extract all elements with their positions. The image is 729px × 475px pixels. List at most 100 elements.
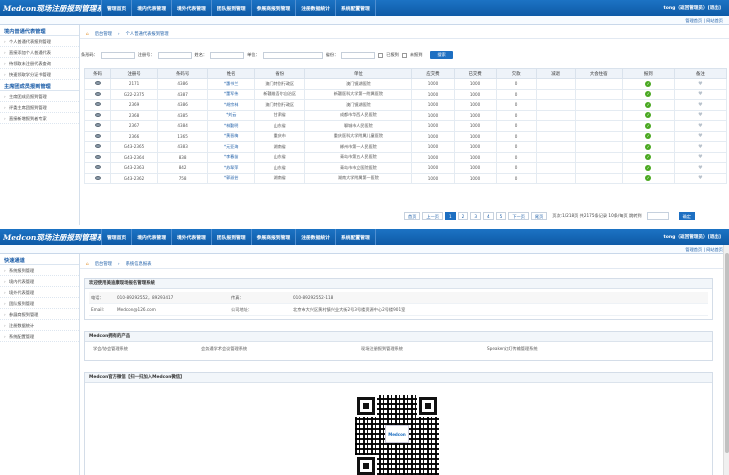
table-cell[interactable]: *黄晋梅	[207, 130, 256, 142]
table-cell: 838	[157, 151, 209, 163]
page-button[interactable]: 4	[482, 212, 494, 220]
next-page-button[interactable]: 下一页	[508, 212, 529, 220]
sidebar-item[interactable]: 境外代表管理	[0, 287, 79, 298]
note-icon[interactable]: ♥	[698, 91, 702, 97]
note-icon[interactable]: ♥	[698, 102, 702, 108]
nav-config[interactable]: 系统配置管理	[334, 229, 376, 245]
search-button[interactable]: 搜索	[430, 51, 453, 59]
province-input[interactable]	[341, 51, 376, 59]
table-cell[interactable]: *林勤明	[207, 120, 256, 132]
breadcrumb-item[interactable]: 后台管理	[95, 30, 112, 38]
checked-in-checkbox[interactable]	[378, 52, 384, 58]
page-button[interactable]: 2	[457, 212, 469, 220]
nav-team[interactable]: 团队报到管理	[210, 229, 251, 245]
user-info[interactable]: tong（返回管理员）[退出]	[664, 5, 721, 11]
scrollbar-thumb[interactable]	[725, 253, 729, 453]
view-icon[interactable]	[94, 112, 101, 117]
nav-domestic[interactable]: 境内代表管理	[131, 229, 171, 245]
table-cell[interactable]: *元亚海	[207, 141, 256, 153]
product-item[interactable]: 学会/协会管理系统	[93, 346, 201, 352]
home-icon[interactable]: ⌂	[86, 260, 89, 268]
view-icon[interactable]	[94, 154, 101, 159]
nav-overseas[interactable]: 境外代表管理	[171, 0, 211, 16]
table-cell[interactable]: *刘云	[207, 109, 256, 121]
sidebar-item[interactable]: 快速领取学分证书管理	[0, 69, 79, 80]
nav-team[interactable]: 团队报到管理	[210, 0, 251, 16]
nav-overseas[interactable]: 境外代表管理	[171, 229, 211, 245]
regno-input[interactable]	[157, 51, 192, 59]
last-page-button[interactable]: 尾页	[530, 212, 548, 220]
sidebar-item[interactable]: 注册数据统计	[0, 320, 79, 331]
table-cell[interactable]: *苏翠萍	[207, 162, 256, 174]
product-item[interactable]: 会务通学术会议管理系统	[201, 346, 361, 352]
view-icon[interactable]	[94, 165, 101, 170]
note-icon[interactable]: ♥	[698, 123, 702, 129]
sidebar-item[interactable]: 境内代表管理	[0, 276, 79, 287]
note-icon[interactable]: ♥	[698, 112, 702, 118]
sidebar-item[interactable]: 评委主席团报到管理	[0, 102, 79, 113]
checked-in-icon: ✓	[645, 91, 652, 98]
jump-page-input[interactable]	[646, 212, 669, 220]
product-item[interactable]: 现场注册报到管理系统	[361, 346, 487, 352]
nav-config[interactable]: 系统配置管理	[334, 0, 376, 16]
view-icon[interactable]	[94, 144, 101, 149]
email-value[interactable]: Medcon@126.com	[117, 307, 231, 312]
sub-links[interactable]: 管理首页 | 网站首页	[0, 16, 729, 25]
not-checked-in-checkbox[interactable]	[401, 52, 407, 58]
view-icon[interactable]	[94, 133, 101, 138]
view-icon[interactable]	[94, 81, 101, 86]
breadcrumb-item[interactable]: 系统信息报表	[126, 260, 152, 268]
name-input[interactable]	[210, 51, 245, 59]
table-cell[interactable]: *董军伟	[207, 88, 256, 100]
nav-stats[interactable]: 注册数据统计	[295, 229, 335, 245]
product-item[interactable]: Speaker幻灯传输管理系统	[487, 346, 667, 352]
page-button[interactable]: 5	[495, 212, 507, 220]
nav-exhibitor[interactable]: 参展商报到管理	[250, 229, 296, 245]
page-button[interactable]: 3	[470, 212, 481, 220]
table-cell[interactable]: *李春苗	[207, 151, 256, 163]
first-page-button[interactable]: 首页	[404, 212, 421, 220]
home-icon[interactable]: ⌂	[86, 30, 89, 38]
sidebar-group-chair[interactable]: 主席团成员报到管理	[0, 83, 79, 91]
note-icon[interactable]: ♥	[698, 165, 702, 171]
breadcrumb-item[interactable]: 后台管理	[95, 260, 112, 268]
nav-home[interactable]: 管理首页	[101, 0, 131, 16]
view-icon[interactable]	[94, 175, 101, 180]
sidebar-item[interactable]: 参展商报到管理	[0, 309, 79, 320]
table-cell	[535, 162, 576, 174]
sidebar-item[interactable]: 直接添加个人普通代表	[0, 47, 79, 58]
user-info[interactable]: tong（返回管理员）[退出]	[664, 234, 721, 240]
view-icon[interactable]	[94, 102, 101, 107]
scrollbar[interactable]	[723, 245, 729, 475]
nav-exhibitor[interactable]: 参展商报到管理	[250, 0, 296, 16]
table-cell[interactable]: *胡宗林	[207, 99, 256, 111]
sidebar-item[interactable]: 直接新增报到者专家	[0, 113, 79, 124]
note-icon[interactable]: ♥	[698, 175, 702, 181]
sidebar-group-quick[interactable]: 快速通道	[0, 257, 79, 265]
sidebar-item[interactable]: 个人普通代表报到管理	[0, 36, 79, 47]
sidebar-item[interactable]: 主席团成员报到管理	[0, 91, 79, 102]
sidebar-item[interactable]: 团队报到管理	[0, 298, 79, 309]
page-button[interactable]: 1	[444, 212, 456, 220]
sidebar-item[interactable]: 系统配置管理	[0, 331, 79, 342]
view-icon[interactable]	[94, 91, 101, 96]
sidebar-group-domestic[interactable]: 境内普通代表管理	[0, 28, 79, 36]
barcode-input[interactable]	[100, 51, 135, 59]
unit-input[interactable]	[262, 51, 323, 59]
note-icon[interactable]: ♥	[698, 154, 702, 160]
go-button[interactable]: 确定	[678, 212, 695, 220]
note-icon[interactable]: ♥	[698, 144, 702, 150]
sub-links[interactable]: 管理首页 | 网站首页	[0, 245, 729, 254]
prev-page-button[interactable]: 上一页	[422, 212, 443, 220]
table-cell[interactable]: *惠书兰	[207, 78, 256, 90]
table-cell[interactable]: *郭淑芸	[207, 172, 256, 184]
view-icon[interactable]	[94, 123, 101, 128]
sidebar-item[interactable]: 待领取未注册代表查询	[0, 58, 79, 69]
note-icon[interactable]: ♥	[698, 133, 702, 139]
sidebar-item[interactable]: 系统报到管理	[0, 265, 79, 276]
nav-home[interactable]: 管理首页	[101, 229, 131, 245]
note-icon[interactable]: ♥	[698, 81, 702, 87]
breadcrumb-item[interactable]: 个人普通代表报到管理	[126, 30, 169, 38]
nav-domestic[interactable]: 境内代表管理	[131, 0, 171, 16]
nav-stats[interactable]: 注册数据统计	[295, 0, 335, 16]
